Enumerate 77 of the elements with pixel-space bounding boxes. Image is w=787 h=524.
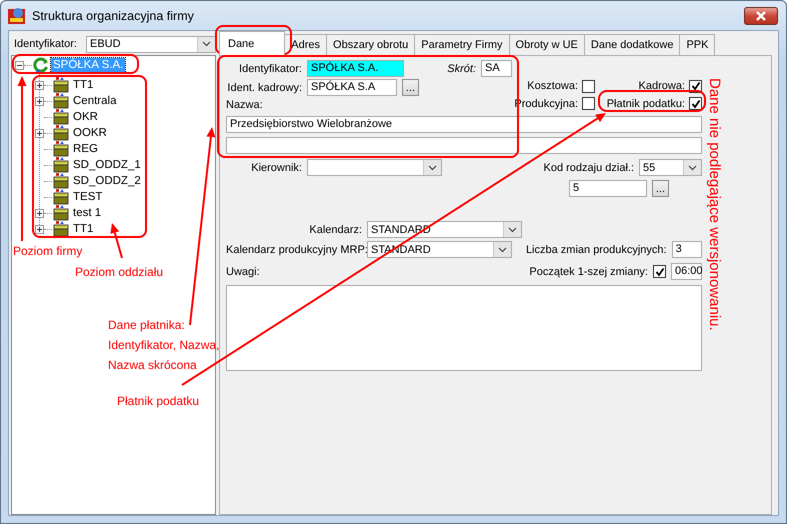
- field-label: Ident. kadrowy:: [226, 82, 303, 94]
- dropdown-field[interactable]: 55: [639, 159, 702, 176]
- close-button[interactable]: [744, 6, 778, 24]
- annotation-label: Płatnik podatku: [117, 393, 200, 410]
- text-field[interactable]: 5: [569, 180, 647, 197]
- expander-icon[interactable]: [35, 80, 44, 90]
- annotation-label: Poziom firmy: [13, 243, 82, 260]
- dropdown-field[interactable]: [307, 159, 442, 176]
- close-icon: [755, 10, 767, 20]
- box-icon: [53, 157, 69, 173]
- dropdown-field[interactable]: EBUD: [86, 36, 216, 52]
- box-icon: [53, 189, 69, 205]
- tree-item[interactable]: TT1: [71, 222, 96, 236]
- tree-item[interactable]: test 1: [71, 206, 104, 220]
- tab[interactable]: PPK: [679, 34, 716, 55]
- checkbox[interactable]: [582, 80, 595, 93]
- expander-icon[interactable]: [35, 208, 44, 218]
- box-icon: [53, 221, 69, 237]
- tree-item[interactable]: SD_ODDZ_2: [71, 174, 143, 188]
- chevron-down-icon: [688, 164, 697, 170]
- chevron-down-icon: [202, 41, 211, 47]
- field-label: Początek 1-szej zmiany:: [528, 266, 649, 278]
- text-field[interactable]: Przedsiębiorstwo Wielobranżowe: [226, 116, 702, 133]
- text-field[interactable]: SA: [481, 60, 512, 77]
- expander-icon[interactable]: [35, 224, 44, 234]
- text-field[interactable]: 06:00: [671, 263, 702, 280]
- field-label: Liczba zmian produkcyjnych:: [524, 244, 668, 256]
- expander-icon[interactable]: [35, 96, 44, 106]
- field-label: Płatnik podatku:: [606, 98, 686, 110]
- chevron-down-icon: [508, 226, 517, 232]
- annotation-arrow: [110, 223, 123, 258]
- notes-field[interactable]: [226, 285, 702, 371]
- expander-icon[interactable]: [35, 128, 44, 138]
- tree-item[interactable]: OKR: [71, 110, 100, 124]
- field-label: Identyfikator:: [238, 62, 303, 74]
- chevron-down-icon: [498, 246, 508, 252]
- browse-button[interactable]: ...: [652, 180, 669, 197]
- text-field[interactable]: SPÓŁKA S.A: [307, 79, 397, 96]
- text-field[interactable]: 3: [672, 241, 702, 258]
- annotation-label: Dane nie podlegające wersjonowaniu.: [706, 78, 723, 331]
- field-label: Kalendarz:: [308, 224, 363, 236]
- box-icon: [53, 93, 69, 109]
- tree-item[interactable]: SD_ODDZ_1: [71, 158, 143, 172]
- expander-icon[interactable]: [15, 60, 24, 70]
- field-label: Kierownik:: [250, 162, 303, 174]
- box-icon: [53, 141, 69, 157]
- browse-button[interactable]: ...: [402, 79, 419, 96]
- window-title: Struktura organizacyjna firmy: [32, 8, 194, 22]
- text-field[interactable]: SPÓŁKA S.A.: [307, 60, 404, 77]
- tree-item[interactable]: Centrala: [71, 94, 118, 108]
- box-icon: [53, 109, 69, 125]
- tree-item[interactable]: REG: [71, 142, 100, 156]
- box-icon: [53, 77, 69, 93]
- annotation-label: Dane płatnika: Identyfikator, Nazwa, Nazwa skrócona: [108, 317, 220, 374]
- annotation-label: Poziom oddziału: [75, 264, 164, 281]
- field-label: Kalendarz produkcyjny MRP:: [226, 244, 367, 256]
- tree-item[interactable]: OOKR: [71, 126, 109, 140]
- checkbox[interactable]: [689, 97, 702, 110]
- field-label: Uwagi:: [226, 266, 260, 278]
- text-field[interactable]: [226, 137, 702, 154]
- tree-item[interactable]: TT1: [71, 78, 96, 92]
- field-label: Kosztowa:: [526, 80, 579, 92]
- field-label: Kadrowa:: [638, 80, 686, 92]
- box-icon: [53, 205, 69, 221]
- box-icon: [53, 125, 69, 141]
- field-label: Identyfikator:: [13, 38, 78, 50]
- checkbox[interactable]: [582, 97, 595, 110]
- chevron-down-icon: [428, 164, 437, 170]
- app-icon: [8, 7, 25, 24]
- tree-item[interactable]: TEST: [71, 190, 104, 204]
- field-label: Skrót:: [446, 62, 477, 74]
- box-icon: [53, 173, 69, 189]
- refresh-icon: [33, 56, 49, 74]
- field-label: Nazwa:: [226, 99, 263, 111]
- tab[interactable]: Dane: [219, 31, 286, 55]
- field-label: Kod rodzaju dział.:: [542, 162, 635, 174]
- checkbox[interactable]: [653, 265, 666, 278]
